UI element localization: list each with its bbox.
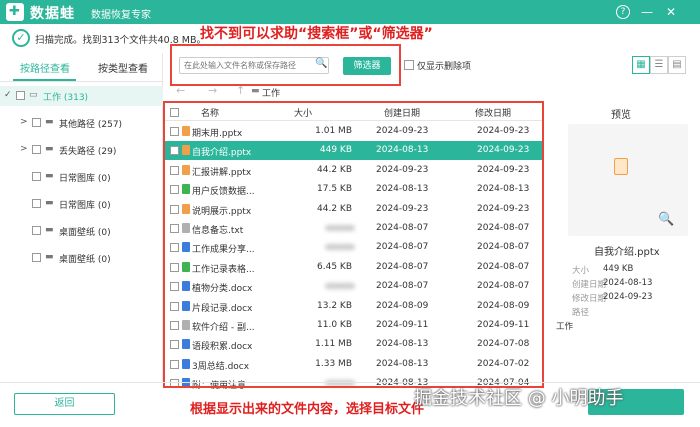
tree-item[interactable]: ✓ ▭ 工作 (313): [0, 88, 163, 106]
tree-item[interactable]: > ▬ 其他路径 (257): [0, 115, 163, 133]
folder-icon: ▬: [45, 117, 54, 127]
zoom-icon[interactable]: 🔍: [658, 212, 674, 227]
minimize-icon[interactable]: —: [640, 5, 654, 19]
tree-item-label: 日常图库 (0): [59, 201, 111, 211]
tree-item-checkbox[interactable]: [32, 172, 41, 181]
folder-icon: ▬: [45, 198, 54, 208]
app-subtitle: 数据恢复专家: [91, 10, 151, 21]
folder-icon: ▬: [45, 171, 54, 181]
app-title: 数据蛙: [30, 6, 75, 22]
tree-item-checkbox[interactable]: [32, 145, 41, 154]
tree-item[interactable]: ▬ 日常图库 (0): [0, 196, 163, 214]
tree-item[interactable]: > ▬ 丢失路径 (29): [0, 142, 163, 160]
preview-path-value: 工作: [556, 322, 574, 332]
preview-title: 预览: [611, 110, 631, 121]
tree-item[interactable]: ▬ 桌面壁纸 (0): [0, 250, 163, 268]
logo-icon: ✚: [9, 4, 20, 19]
chevron-right-icon[interactable]: >: [20, 144, 28, 154]
tab-by-path[interactable]: 按路径查看: [20, 60, 70, 75]
only-deleted-checkbox[interactable]: [404, 60, 414, 70]
tree-item-label: 日常图库 (0): [59, 174, 111, 184]
tree-item-label: 桌面壁纸 (0): [59, 255, 111, 265]
only-deleted-label: 仅显示删除项: [417, 62, 472, 72]
view-detail-button[interactable]: ▤: [668, 56, 686, 74]
preview-path-label: 路径: [572, 308, 590, 318]
preview-file-name: 自我介绍.pptx: [594, 247, 660, 258]
pptx-file-icon: [614, 158, 628, 175]
preview-modified-value: 2024-09-23: [603, 292, 653, 302]
view-grid-button[interactable]: ▦: [632, 56, 650, 74]
current-path: 工作: [262, 89, 281, 99]
back-button[interactable]: 返回: [14, 393, 115, 415]
tab-by-type[interactable]: 按类型查看: [98, 60, 148, 75]
preview-size-label: 大小: [572, 266, 590, 276]
chevron-right-icon[interactable]: >: [20, 117, 28, 127]
tree-item[interactable]: ▬ 日常图库 (0): [0, 169, 163, 187]
tree-item-label: 工作 (313): [43, 93, 89, 103]
tree-item-checkbox[interactable]: [32, 253, 41, 262]
help-icon[interactable]: ?: [616, 5, 630, 19]
annotation-select-tip: 根据显示出来的文件内容，选择目标文件: [190, 402, 425, 417]
divider: [0, 81, 163, 82]
preview-created-label: 创建日期: [572, 280, 607, 290]
view-list-button[interactable]: ☰: [650, 56, 668, 74]
app-logo: ✚: [6, 3, 24, 21]
tree-item-label: 桌面壁纸 (0): [59, 228, 111, 238]
preview-size-value: 449 KB: [603, 264, 634, 274]
title-bar: ✚ 数据蛙 数据恢复专家 ? — ✕: [0, 0, 700, 24]
tree-item-label: 其他路径 (257): [59, 120, 123, 130]
expand-check-icon[interactable]: ✓: [4, 90, 12, 100]
annotation-box-search: [170, 44, 401, 86]
watermark: 掘金技术社区 @ 小明助手: [414, 388, 624, 409]
annotation-search-tip: 找不到可以求助“搜索框”或“筛选器”: [200, 26, 433, 42]
tree-item[interactable]: ▬ 桌面壁纸 (0): [0, 223, 163, 241]
tree-item-checkbox[interactable]: [16, 91, 25, 100]
tree-item-checkbox[interactable]: [32, 118, 41, 127]
tree-item-checkbox[interactable]: [32, 226, 41, 235]
folder-icon: ▬: [45, 144, 54, 154]
close-icon[interactable]: ✕: [664, 5, 678, 19]
preview-created-value: 2024-08-13: [603, 278, 653, 288]
tree-item-label: 丢失路径 (29): [59, 147, 117, 157]
scan-complete-icon: ✓: [12, 29, 30, 47]
folder-icon: ▬: [251, 86, 260, 96]
drive-icon: ▭: [29, 90, 38, 100]
tree-item-checkbox[interactable]: [32, 199, 41, 208]
preview-modified-label: 修改日期: [572, 294, 607, 304]
annotation-box-list: [163, 101, 544, 388]
folder-icon: ▬: [45, 225, 54, 235]
divider: [0, 382, 700, 383]
folder-icon: ▬: [45, 252, 54, 262]
